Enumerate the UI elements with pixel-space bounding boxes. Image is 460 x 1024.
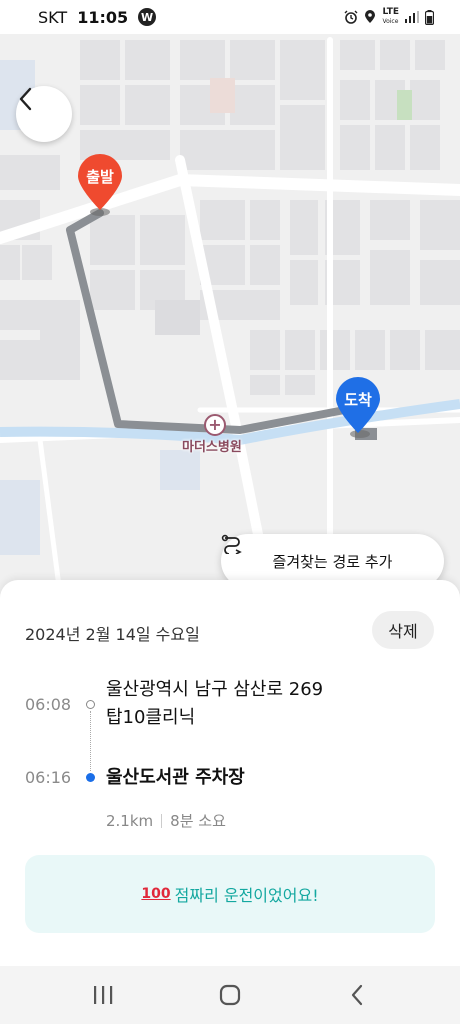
origin-marker-label: 출발 [86, 168, 114, 186]
origin-time: 06:08 [25, 695, 72, 714]
trip-date: 2024년 2월 14일 수요일 [25, 625, 200, 644]
trip-distance: 2.1km [106, 811, 154, 830]
system-nav-bar [0, 966, 460, 1024]
hospital-icon[interactable]: + [204, 414, 226, 436]
origin-marker[interactable]: 출발 [76, 152, 124, 212]
home-button[interactable] [200, 975, 260, 1015]
origin-dot-icon [86, 700, 95, 709]
home-icon [219, 984, 241, 1006]
system-back-button[interactable] [327, 975, 387, 1015]
clock: 11:05 [77, 7, 129, 27]
driving-score-banner: 100 점짜리 운전이었어요! [25, 855, 435, 933]
summary-divider [161, 813, 163, 828]
trip-detail-screen: SKT 11:05 W LTE Voice 출발 도착 + 마더스병원 즐겨찾는… [0, 0, 460, 1024]
route-swap-icon [221, 534, 242, 554]
chevron-left-icon [19, 87, 32, 111]
signal-icon [405, 11, 419, 23]
route-map[interactable]: 출발 도착 + 마더스병원 즐겨찾는 경로 추가 [0, 34, 460, 594]
alarm-icon [344, 10, 358, 24]
location-icon [365, 10, 376, 23]
carrier-label: SKT [38, 7, 68, 27]
route-connector [90, 711, 91, 771]
status-bar: SKT 11:05 W LTE Voice [0, 0, 460, 34]
origin-address-line2: 탑10클리닉 [106, 707, 196, 728]
add-favorite-route-label: 즐겨찾는 경로 추가 [272, 552, 393, 571]
trip-detail-sheet: 2024년 2월 14일 수요일 삭제 06:08 울산광역시 남구 삼산로 2… [0, 580, 460, 966]
lte-indicator: LTE Voice [382, 7, 399, 26]
delete-button[interactable]: 삭제 [372, 611, 434, 649]
destination-name: 울산도서관 주차장 [106, 767, 245, 788]
driving-score-message: 점짜리 운전이었어요! [174, 886, 319, 905]
destination-marker-label: 도착 [344, 391, 372, 409]
origin-address-line1: 울산광역시 남구 삼산로 269 [106, 679, 324, 700]
battery-icon [425, 9, 434, 25]
destination-dot-icon [86, 773, 95, 782]
app-notification-icon: W [138, 8, 157, 26]
back-icon [351, 984, 362, 1006]
poi-label[interactable]: 마더스병원 [182, 436, 242, 455]
trip-duration: 8분 소요 [170, 812, 226, 830]
origin-address: 울산광역시 남구 삼산로 269 탑10클리닉 [106, 676, 323, 732]
recent-apps-icon [94, 986, 113, 1004]
destination-time: 06:16 [25, 768, 72, 787]
back-button[interactable] [16, 86, 72, 142]
destination-marker[interactable]: 도착 [334, 375, 382, 435]
recent-apps-button[interactable] [73, 975, 133, 1015]
hundred-points-icon: 100 [141, 886, 171, 902]
trip-summary: 2.1km 8분 소요 [106, 810, 226, 831]
